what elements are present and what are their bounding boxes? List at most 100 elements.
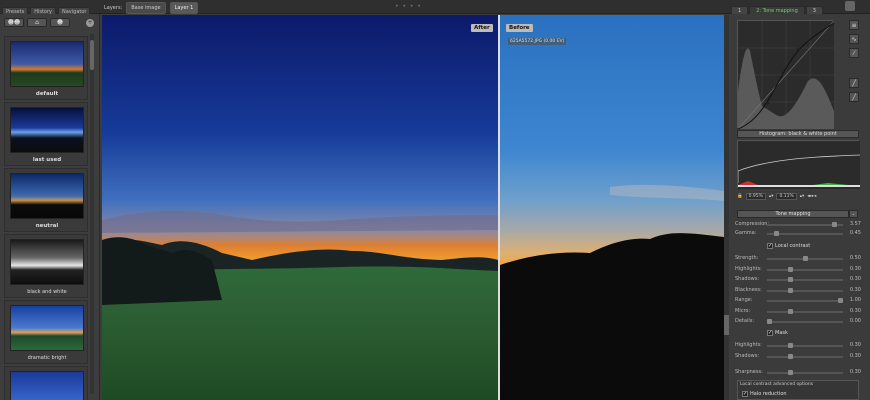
- slider-value[interactable]: 0.30: [850, 308, 861, 314]
- slider-value[interactable]: 0.30: [850, 369, 861, 375]
- preset-neutral[interactable]: neutral: [4, 168, 88, 232]
- slider-label: Micro:: [735, 307, 751, 314]
- stepper-icon[interactable]: ▴▾: [800, 194, 805, 199]
- slider-handle[interactable]: [774, 231, 780, 236]
- users-icon[interactable]: ☻☻: [4, 18, 24, 27]
- slider-label: Blackness:: [735, 286, 762, 293]
- histogram-controls: 🔒 0.95% ▴▾ 0.11% ▴▾ ◂▸▸◂: [737, 192, 861, 200]
- tone-mapping-header[interactable]: Tone mapping: [737, 210, 849, 218]
- mask-checkbox[interactable]: ✓ Mask: [767, 330, 788, 336]
- slider-handle[interactable]: [767, 319, 772, 324]
- preset-label: dramatic bright: [27, 355, 67, 361]
- slider-handle[interactable]: [788, 308, 794, 314]
- slider-row: Highlights: 0.30: [735, 266, 861, 274]
- mask-label: Mask: [775, 330, 788, 336]
- slider-value[interactable]: 0.45: [850, 230, 861, 236]
- slider-label: Highlights:: [735, 265, 762, 272]
- file-info: 625A5572.JPG (0.00 EV): [508, 38, 567, 45]
- slider-value[interactable]: 0.30: [850, 266, 861, 272]
- app-window: Presets History Navigator Layers: Base i…: [0, 0, 870, 400]
- layer-base-image-button[interactable]: Base image: [126, 2, 166, 14]
- slider-value[interactable]: 0.50: [850, 255, 861, 261]
- menu-icon[interactable]: [845, 1, 855, 11]
- slider-value[interactable]: 0.30: [850, 353, 861, 359]
- histogram: [737, 140, 861, 189]
- arrow-icons[interactable]: ◂▸▸◂: [807, 194, 816, 199]
- local-contrast-label: Local contrast: [775, 243, 811, 249]
- line-alt-icon[interactable]: ╱: [849, 92, 859, 102]
- slider-value[interactable]: 0.30: [850, 287, 861, 293]
- slider-handle[interactable]: [802, 256, 808, 261]
- slider-track[interactable]: [767, 310, 843, 313]
- slider-row: Compression: 3.57: [735, 221, 861, 229]
- slider-track[interactable]: [767, 300, 843, 302]
- slider-row: Gamma: 0.45: [735, 230, 861, 238]
- slider-label: Strength:: [735, 255, 759, 261]
- local-contrast-checkbox[interactable]: ✓ Local contrast: [767, 243, 810, 249]
- slider-row: Shadows: 0.30: [735, 276, 861, 284]
- preset-dramatic-bright[interactable]: dramatic bright: [4, 300, 88, 364]
- slider-value[interactable]: 0.30: [850, 276, 861, 282]
- slider-label: Compression:: [735, 221, 770, 227]
- slider-label: Sharpness:: [735, 369, 763, 375]
- slider-track[interactable]: [767, 279, 843, 281]
- preset-label: black and white: [27, 289, 67, 295]
- slider-handle[interactable]: [788, 370, 794, 375]
- slider-row: Micro: 0.30: [735, 308, 861, 316]
- slider-handle[interactable]: [788, 266, 794, 272]
- preset-black-and-white[interactable]: black and white: [4, 234, 88, 298]
- collapse-icon[interactable]: -: [849, 210, 858, 218]
- slider-label: Shadows:: [735, 352, 760, 359]
- slider-label: Range:: [735, 297, 753, 303]
- slider-handle[interactable]: [832, 222, 838, 227]
- slider-label: Shadows:: [735, 276, 760, 282]
- preset-last-used[interactable]: last used: [4, 102, 88, 166]
- curve-linear-icon[interactable]: ⁄: [849, 48, 859, 58]
- slider-track[interactable]: [767, 345, 843, 347]
- slider-label: Highlights:: [735, 342, 762, 348]
- slider-value[interactable]: 1.00: [850, 297, 861, 303]
- preset-label: default: [35, 91, 59, 97]
- preset-thumbnail: [10, 305, 84, 351]
- before-label: Before: [506, 24, 533, 32]
- slider-track[interactable]: [767, 321, 843, 323]
- histogram-header[interactable]: Histogram: black & white point: [737, 130, 859, 138]
- menu-icon[interactable]: ≡: [849, 20, 859, 30]
- right-panel-scrollbar[interactable]: [724, 15, 729, 400]
- slider-handle[interactable]: [788, 287, 794, 293]
- presets-scrollbar[interactable]: [90, 34, 94, 394]
- tone-curve[interactable]: [737, 20, 835, 130]
- preset-thumbnail: [10, 371, 84, 400]
- slider-track[interactable]: [767, 372, 843, 374]
- panel-grip-icon[interactable]: • • • •: [395, 3, 422, 10]
- black-point-input[interactable]: 0.95%: [745, 192, 766, 200]
- slider-handle[interactable]: [788, 277, 794, 282]
- preset-label: last used: [32, 157, 62, 163]
- user-icon[interactable]: ☻: [50, 18, 70, 27]
- slider-track[interactable]: [767, 289, 843, 292]
- stepper-icon[interactable]: ▴▾: [769, 194, 774, 199]
- lock-icon[interactable]: 🔒: [737, 194, 743, 199]
- advanced-options-group: Local contrast advanced options ✓ Halo r…: [737, 380, 859, 400]
- halo-reduction-label: Halo reduction: [750, 391, 787, 397]
- image-viewer[interactable]: After Before 625A5572.JPG (0.00 EV): [102, 15, 724, 400]
- slider-track[interactable]: [767, 268, 843, 271]
- curve-icon[interactable]: ∿: [849, 34, 859, 44]
- preset-default[interactable]: default: [4, 36, 88, 100]
- line-icon[interactable]: ╱: [849, 78, 859, 88]
- slider-handle[interactable]: [788, 353, 794, 359]
- preset-next[interactable]: [4, 366, 88, 400]
- slider-handle[interactable]: [838, 298, 843, 303]
- slider-track[interactable]: [767, 355, 843, 358]
- home-icon[interactable]: ⌂: [27, 18, 47, 27]
- layer-1-button[interactable]: Layer 1: [169, 2, 199, 14]
- white-point-input[interactable]: 0.11%: [776, 192, 797, 200]
- slider-value[interactable]: 3.57: [850, 221, 861, 227]
- slider-value[interactable]: 0.30: [850, 342, 861, 348]
- layers-label: Layers:: [104, 5, 123, 11]
- slider-handle[interactable]: [788, 343, 794, 348]
- halo-reduction-checkbox[interactable]: ✓ Halo reduction: [742, 391, 787, 397]
- checkbox-icon: ✓: [767, 330, 773, 336]
- slider-value[interactable]: 0.00: [850, 318, 861, 324]
- add-preset-icon[interactable]: +: [86, 19, 94, 27]
